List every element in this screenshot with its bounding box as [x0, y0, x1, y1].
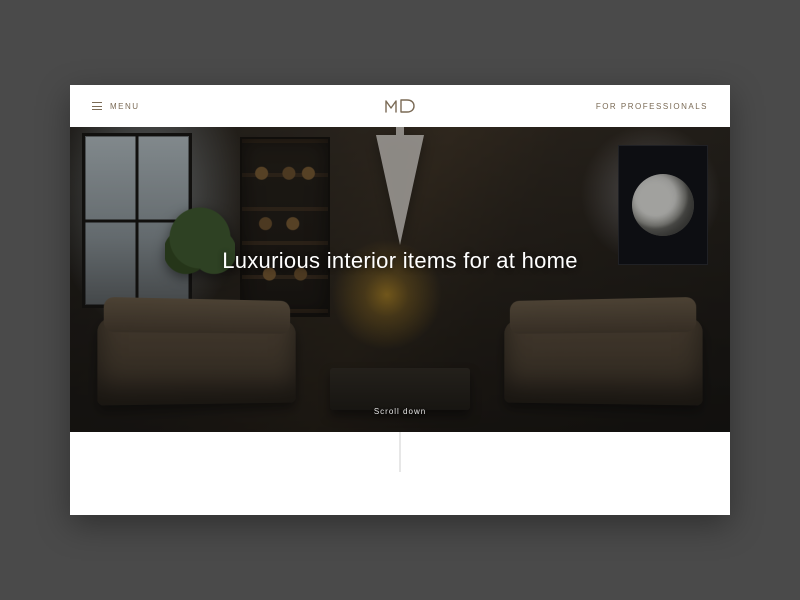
for-professionals-link[interactable]: FOR PROFESSIONALS [596, 102, 708, 111]
hero-section: Luxurious interior items for at home Scr… [70, 127, 730, 432]
scroll-down-button[interactable]: Scroll down [374, 407, 426, 416]
page-card: MENU FOR PROFESSIONALS Luxurious interio… [70, 85, 730, 515]
menu-button[interactable]: MENU [92, 102, 140, 111]
brand-logo[interactable] [385, 99, 415, 113]
hero-dark-overlay [70, 127, 730, 432]
logo-icon [385, 99, 415, 113]
vertical-divider [400, 432, 401, 472]
below-fold [70, 432, 730, 515]
menu-label: MENU [110, 102, 140, 111]
hamburger-icon [92, 102, 102, 110]
top-bar: MENU FOR PROFESSIONALS [70, 85, 730, 127]
